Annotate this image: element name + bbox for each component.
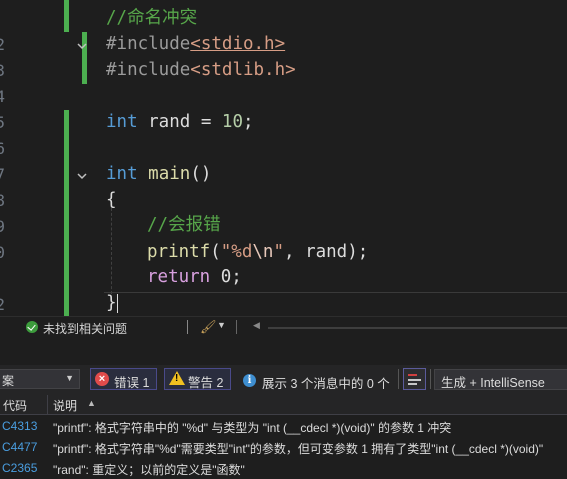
filter-icon[interactable] xyxy=(403,368,426,390)
line-number: 8 xyxy=(0,191,5,210)
sort-ascending-icon: ▲ xyxy=(87,398,96,408)
column-divider[interactable] xyxy=(47,395,48,414)
line-number: 7 xyxy=(0,165,5,184)
line-number: 6 xyxy=(0,139,5,158)
line-number: 5 xyxy=(0,113,5,132)
info-icon[interactable]: i xyxy=(243,374,256,387)
divider xyxy=(236,320,237,334)
check-circle-icon xyxy=(26,321,38,333)
divider xyxy=(430,369,431,389)
line-number: 2 xyxy=(0,295,5,314)
code-line-10: printf("%d\n", rand); xyxy=(147,242,369,262)
fold-chevron-icon[interactable] xyxy=(76,40,88,52)
divider xyxy=(187,320,188,334)
line-number: 2 xyxy=(0,35,5,54)
code-line-11: return 0; xyxy=(147,267,242,287)
line-number: 9 xyxy=(0,217,5,236)
fold-chevron-icon[interactable] xyxy=(76,170,88,182)
messages-filter-button[interactable]: 展示 3 个消息中的 0 个 xyxy=(262,373,390,392)
column-header-code[interactable]: 代码 xyxy=(3,397,27,414)
table-row[interactable]: C4477 "printf": 格式字符串"%d"需要类型"int"的参数，但可… xyxy=(0,437,567,458)
code-line-5: int rand = 10; xyxy=(106,112,254,132)
issues-status[interactable]: 未找到相关问题 xyxy=(43,320,127,337)
code-line-7: int main() xyxy=(106,164,212,184)
warning-icon xyxy=(169,371,185,385)
build-source-dropdown[interactable]: 生成 + IntelliSense xyxy=(434,369,567,390)
chevron-down-icon[interactable]: ▼ xyxy=(217,320,226,330)
horizontal-scrollbar[interactable] xyxy=(268,327,567,329)
line-number: 3 xyxy=(0,61,5,80)
table-row[interactable]: C2365 "rand": 重定义；以前的定义是"函数" xyxy=(0,458,567,479)
scope-dropdown[interactable]: 案 ▼ xyxy=(0,369,80,389)
current-line-highlight xyxy=(104,292,567,316)
code-line-3: #include<stdlib.h> xyxy=(106,60,296,80)
error-list-panel: 案 ▼ × 错误 1 警告 2 i 展示 3 个消息中的 0 个 生成 + In… xyxy=(0,338,567,477)
column-header-description[interactable]: 说明 xyxy=(53,397,77,414)
errors-filter-button[interactable]: × 错误 1 xyxy=(90,368,157,390)
code-line-9: //会报错 xyxy=(147,215,221,235)
code-line-8: { xyxy=(106,190,117,210)
text-caret xyxy=(117,294,118,313)
code-cleanup-icon[interactable]: 🖌 xyxy=(200,319,217,335)
panel-titlebar xyxy=(0,338,567,362)
divider xyxy=(398,369,399,389)
indent-guide xyxy=(111,208,112,294)
error-list-header: 代码 说明 ▲ xyxy=(0,395,567,415)
warnings-filter-button[interactable]: 警告 2 xyxy=(164,368,231,390)
line-number: 4 xyxy=(0,87,5,106)
code-line-12: } xyxy=(106,293,117,313)
scroll-left-icon[interactable]: ◀ xyxy=(253,320,260,331)
error-icon: × xyxy=(95,372,109,386)
table-row[interactable]: C4313 "printf": 格式字符串中的 "%d" 与类型为 "int (… xyxy=(0,416,567,437)
code-editor[interactable]: 2 3 4 5 6 7 8 9 0 2 //命名冲突 #include<stdi… xyxy=(0,0,567,316)
chevron-down-icon: ▼ xyxy=(65,373,74,383)
code-line-1: //命名冲突 xyxy=(106,8,198,28)
code-line-2: #include<stdio.h> xyxy=(106,34,286,54)
change-marker xyxy=(64,110,69,316)
change-marker xyxy=(64,0,69,32)
line-number: 0 xyxy=(0,243,5,262)
